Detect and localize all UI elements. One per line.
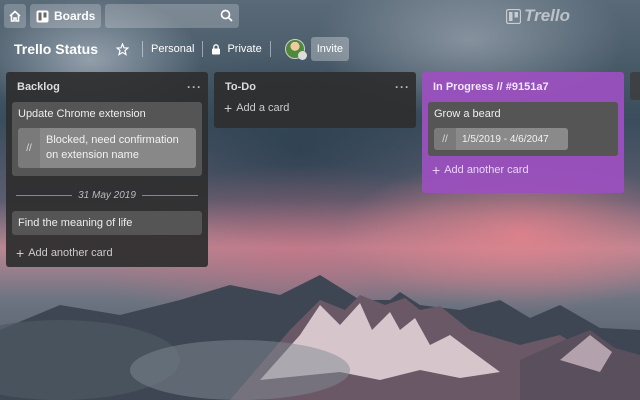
add-card-label: Add a card — [236, 102, 290, 114]
plus-icon: + — [432, 162, 441, 178]
team-label: Personal — [151, 43, 195, 55]
quote-marker: // — [442, 133, 448, 145]
next-list-edge[interactable] — [630, 72, 640, 100]
divider-date: 31 May 2019 — [78, 190, 136, 201]
card-title: Update Chrome extension — [18, 108, 146, 120]
card-quote: // Blocked, need confirmation on extensi… — [18, 128, 196, 168]
star-button[interactable] — [110, 37, 134, 61]
add-card-button[interactable]: + Add another card — [422, 162, 624, 178]
list-header: In Progress // #9151a7 — [422, 72, 624, 102]
list-title[interactable]: In Progress // #9151a7 — [433, 81, 549, 93]
boards-label: Boards — [54, 9, 96, 23]
divider-line — [141, 195, 199, 196]
privacy-label: Private — [227, 43, 262, 55]
list-in-progress: In Progress // #9151a7 Grow a beard // 1… — [422, 72, 624, 193]
card-date-badge: // 1/5/2019 - 4/6/2047 — [434, 128, 568, 150]
avatar-badge — [297, 51, 307, 60]
home-button[interactable] — [4, 4, 26, 28]
date-range: 1/5/2019 - 4/6/2047 — [456, 128, 568, 150]
quote-text: Blocked, need confirmation on extension … — [40, 128, 196, 168]
boards-icon — [36, 10, 49, 22]
search-box[interactable] — [105, 4, 240, 28]
divider-line — [16, 195, 73, 196]
date-divider: 31 May 2019 — [16, 190, 199, 201]
add-card-button[interactable]: + Add another card — [6, 245, 208, 261]
plus-icon: + — [16, 245, 25, 261]
search-input[interactable] — [105, 4, 240, 28]
add-card-button[interactable]: + Add a card — [214, 100, 416, 116]
privacy-button[interactable]: Private — [211, 43, 262, 55]
team-button[interactable]: Personal — [151, 43, 194, 55]
list-header: To-Do ··· — [214, 72, 416, 102]
home-icon — [9, 10, 21, 22]
trello-logo[interactable]: Trello — [506, 6, 570, 26]
card[interactable]: Find the meaning of life — [12, 211, 202, 235]
logo-text: Trello — [524, 6, 570, 25]
lock-icon — [212, 43, 221, 54]
card-title: Grow a beard — [434, 108, 501, 120]
add-card-label: Add another card — [444, 164, 529, 176]
list-menu-button[interactable]: ··· — [395, 80, 410, 94]
member-avatar[interactable] — [284, 39, 307, 60]
boards-button[interactable]: Boards — [30, 4, 102, 28]
add-card-label: Add another card — [28, 247, 113, 259]
list-backlog: Backlog ··· Update Chrome extension // B… — [6, 72, 208, 267]
search-icon[interactable] — [220, 9, 233, 22]
board-title[interactable]: Trello Status — [14, 41, 98, 57]
top-bar: Boards Trello — [0, 0, 640, 32]
card[interactable]: Update Chrome extension // Blocked, need… — [12, 102, 202, 176]
invite-button[interactable]: Invite — [310, 37, 349, 61]
plus-icon: + — [224, 100, 233, 116]
list-todo: To-Do ··· + Add a card — [214, 72, 416, 128]
header-separator — [269, 41, 271, 57]
list-title[interactable]: To-Do — [225, 81, 256, 93]
card[interactable]: Grow a beard // 1/5/2019 - 4/6/2047 — [428, 102, 618, 156]
header-separator — [202, 41, 204, 57]
star-icon — [115, 42, 129, 56]
board-header: Trello Status Personal Private Invite — [0, 34, 640, 64]
quote-marker: // — [26, 142, 32, 154]
list-header: Backlog ··· — [6, 72, 208, 102]
list-title[interactable]: Backlog — [17, 81, 60, 93]
trello-logo-icon — [506, 8, 521, 24]
header-separator — [142, 41, 144, 57]
card-title: Find the meaning of life — [18, 217, 133, 229]
list-menu-button[interactable]: ··· — [187, 80, 202, 94]
